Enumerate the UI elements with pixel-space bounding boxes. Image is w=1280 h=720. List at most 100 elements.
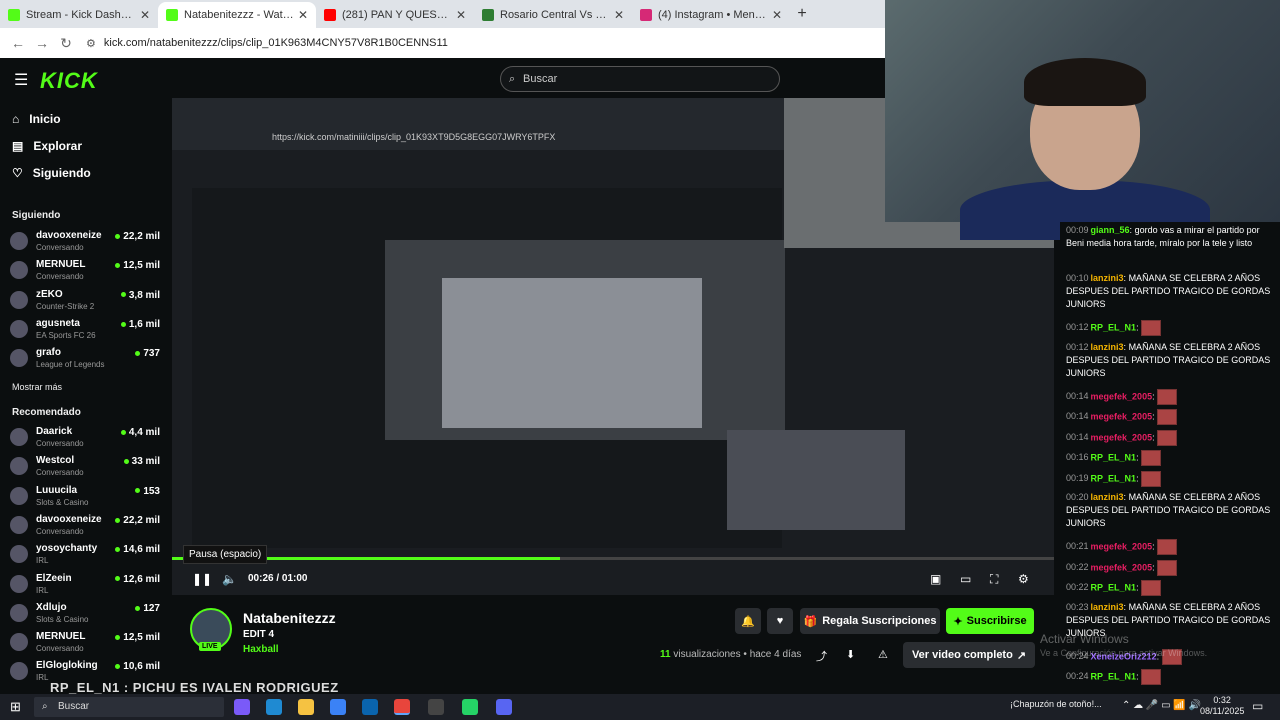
forward-icon[interactable]: →	[30, 35, 54, 51]
kick-logo[interactable]: KICK	[40, 68, 98, 94]
notifications-icon[interactable]: ▭	[1252, 699, 1263, 713]
channel-name: agusneta	[36, 317, 80, 329]
taskbar-clock[interactable]: 0:32 08/11/2025	[1200, 695, 1244, 717]
chat-username[interactable]: lanzini3	[1091, 602, 1124, 612]
pause-button[interactable]: ❚❚	[192, 572, 212, 586]
gift-icon: 🎁	[803, 615, 818, 628]
nav-inicio[interactable]: ⌂ Inicio	[12, 112, 61, 126]
follow-heart-button[interactable]: ♥	[767, 608, 793, 634]
tray-notification[interactable]: ¡Chapuzón de otoño!...	[1010, 699, 1102, 709]
menu-icon[interactable]: ☰	[14, 70, 28, 90]
notification-bell-button[interactable]: 🔔	[735, 608, 761, 634]
new-tab-button[interactable]: +	[790, 2, 814, 28]
windows-start-icon[interactable]: ⊞	[10, 699, 21, 715]
file-explorer-icon[interactable]	[298, 699, 314, 715]
back-icon[interactable]: ←	[6, 35, 30, 51]
sidebar-channel[interactable]: Xdlujo Slots & Casino 127	[10, 600, 160, 628]
sidebar-channel[interactable]: MERNUEL Conversando 12,5 mil	[10, 257, 160, 285]
address-bar[interactable]: ⚙ kick.com/natabenitezzz/clips/clip_01K9…	[86, 37, 448, 50]
chat-username[interactable]: lanzini3	[1091, 342, 1124, 352]
gift-subscriptions-button[interactable]: 🎁 Regala Suscripciones	[800, 608, 940, 634]
taskbar-search[interactable]: ⌕ Buscar	[34, 697, 224, 717]
instagram-favicon-icon	[640, 9, 652, 21]
channel-avatar	[10, 319, 28, 338]
live-badge: LIVE	[199, 642, 221, 651]
chat-username[interactable]: RP_EL_N1	[1091, 473, 1137, 483]
browser-tab[interactable]: Rosario Central Vs San Lorenzo✕	[474, 2, 632, 28]
chat-username[interactable]: RP_EL_N1	[1091, 582, 1137, 592]
watch-full-video-button[interactable]: Ver video completo ↗	[903, 642, 1035, 668]
sidebar-channel[interactable]: ElZeein IRL 12,6 mil	[10, 571, 160, 599]
search-input[interactable]: ⌕ Buscar	[500, 66, 780, 92]
show-more-link[interactable]: Mostrar más	[12, 382, 62, 392]
chat-message: 00:14 megefek_2005:	[1066, 409, 1271, 425]
nav-siguiendo[interactable]: ♡ Siguiendo	[12, 166, 91, 180]
whatsapp-icon[interactable]	[462, 699, 478, 715]
sidebar-channel[interactable]: Luuucila Slots & Casino 153	[10, 483, 160, 511]
chat-username[interactable]: RP_EL_N1	[1091, 671, 1137, 681]
copilot-icon[interactable]	[234, 699, 250, 715]
edge-icon[interactable]	[266, 699, 282, 715]
store-icon[interactable]	[330, 699, 346, 715]
close-tab-icon[interactable]: ✕	[614, 8, 624, 22]
sidebar-channel[interactable]: Daarick Conversando 4,4 mil	[10, 424, 160, 452]
close-tab-icon[interactable]: ✕	[140, 8, 150, 22]
close-tab-icon[interactable]: ✕	[456, 8, 466, 22]
viewer-count: 12,5 mil	[115, 260, 160, 271]
url-text: kick.com/natabenitezzz/clips/clip_01K963…	[103, 37, 448, 49]
sidebar-channel[interactable]: MERNUEL Conversando 12,5 mil	[10, 629, 160, 657]
share-icon[interactable]: ⤴	[816, 648, 827, 664]
chat-username[interactable]: megefek_2005	[1091, 391, 1153, 401]
pause-tooltip: Pausa (espacio)	[183, 545, 268, 564]
chat-username[interactable]: megefek_2005	[1091, 411, 1153, 421]
discord-icon[interactable]	[496, 699, 512, 715]
chrome-icon[interactable]	[394, 699, 410, 715]
chat-username[interactable]: RP_EL_N1	[1091, 322, 1137, 332]
channel-name: MERNUEL	[36, 259, 86, 271]
viewer-count: 12,5 mil	[115, 632, 160, 643]
report-icon[interactable]: ⚠	[878, 648, 888, 661]
chat-username[interactable]: lanzini3	[1091, 492, 1124, 502]
close-tab-icon[interactable]: ✕	[298, 8, 308, 22]
chat-username[interactable]: RP_EL_N1	[1091, 452, 1137, 462]
subscribe-button[interactable]: ✦ Suscribirse	[946, 608, 1034, 634]
channel-name[interactable]: Natabenitezzz	[243, 610, 336, 626]
browser-tab[interactable]: (4) Instagram • Mensajes✕	[632, 2, 790, 28]
sidebar-channel[interactable]: zEKO Counter-Strike 2 3,8 mil	[10, 287, 160, 315]
reload-icon[interactable]: ↻	[54, 35, 78, 52]
nav-explorar[interactable]: ▤ Explorar	[12, 139, 82, 153]
sidebar-channel[interactable]: grafo League of Legends 737	[10, 345, 160, 373]
browser-tab[interactable]: (281) PAN Y QUESO DE RIVER✕	[316, 2, 474, 28]
chat-username[interactable]: megefek_2005	[1091, 432, 1153, 442]
sidebar-channel[interactable]: yosoychanty IRL 14,6 mil	[10, 541, 160, 569]
channel-name: ElGlogloking	[36, 660, 98, 672]
tray-icons[interactable]: ⌃ ☁ 🎤 ▭ 📶 🔊	[1122, 700, 1201, 711]
close-tab-icon[interactable]: ✕	[772, 8, 782, 22]
chat-username[interactable]: lanzini3	[1091, 273, 1124, 283]
clip-title: EDIT 4	[243, 629, 275, 640]
chat-username[interactable]: megefek_2005	[1091, 562, 1153, 572]
category-link[interactable]: Haxball	[243, 644, 279, 655]
chat-username[interactable]: megefek_2005	[1091, 541, 1153, 551]
channel-name: grafo	[36, 347, 61, 359]
obs-icon[interactable]	[428, 699, 444, 715]
settings-icon[interactable]: ⚙	[1018, 572, 1029, 586]
fullscreen-icon[interactable]: ⛶	[990, 572, 998, 587]
outlook-icon[interactable]	[362, 699, 378, 715]
channel-avatar	[10, 290, 28, 309]
browser-tab-active[interactable]: Natabenitezzz - Watch clips✕	[158, 2, 316, 28]
sidebar-channel[interactable]: Westcol Conversando 33 mil	[10, 453, 160, 481]
sidebar-channel[interactable]: davooxeneize Conversando 22,2 mil	[10, 512, 160, 540]
volume-icon[interactable]: 🔈	[222, 572, 237, 586]
sidebar-channel[interactable]: agusneta EA Sports FC 26 1,6 mil	[10, 316, 160, 344]
chat-username[interactable]: giann_56	[1091, 225, 1130, 235]
theater-mode-icon[interactable]: ▭	[960, 572, 971, 586]
pip-icon[interactable]: ▣	[930, 572, 941, 586]
channel-category: IRL	[36, 556, 49, 566]
site-info-icon[interactable]: ⚙	[86, 37, 96, 50]
external-link-icon: ↗	[1016, 649, 1027, 662]
download-icon[interactable]: ⬇	[846, 648, 855, 661]
sidebar-channel[interactable]: davooxeneize Conversando 22,2 mil	[10, 228, 160, 256]
browser-tab[interactable]: Stream - Kick Dashboard✕	[0, 2, 158, 28]
channel-name: yosoychanty	[36, 543, 98, 555]
